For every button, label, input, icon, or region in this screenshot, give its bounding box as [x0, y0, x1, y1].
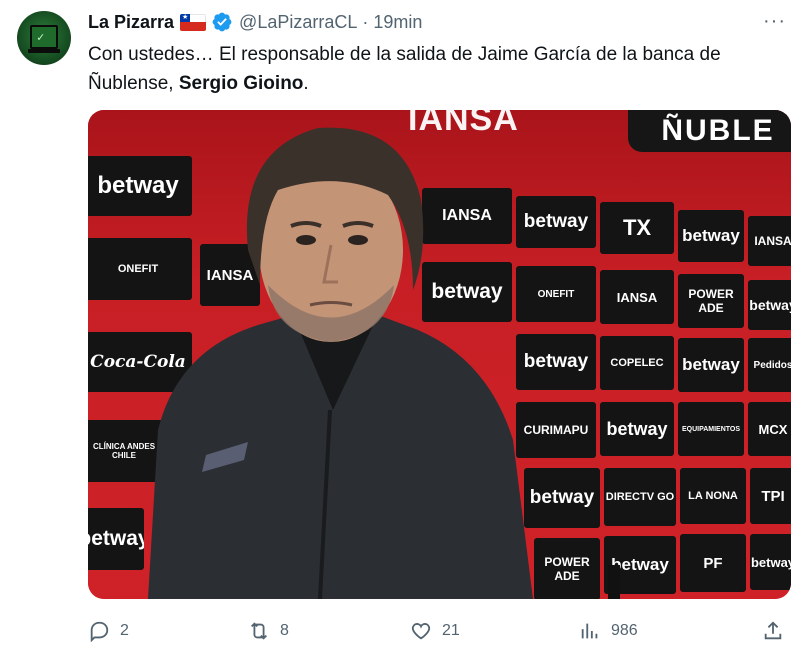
- tweet-text: Con ustedes… El responsable de la salida…: [88, 40, 788, 98]
- timestamp[interactable]: 19min: [373, 12, 422, 33]
- like-icon: [411, 623, 431, 640]
- tweet-header: La Pizarra ★ @LaPizarraCL · 19min: [88, 11, 422, 33]
- like-count: 21: [442, 622, 460, 639]
- separator-dot: ·: [362, 11, 369, 32]
- reply-icon: [90, 621, 109, 642]
- verified-badge-icon[interactable]: [211, 11, 233, 33]
- tweet-text-suffix: .: [303, 73, 309, 94]
- share-icon: [764, 621, 782, 640]
- tweet-photo[interactable]: IANSA ÑUBLE betway IANSA betway TX betwa…: [88, 110, 791, 599]
- views-count: 986: [611, 622, 638, 639]
- tweet-text-line1: Con ustedes… El responsable de la salida…: [88, 44, 721, 65]
- views-button[interactable]: 986: [579, 616, 638, 646]
- views-icon: [581, 623, 598, 639]
- author-handle[interactable]: @LaPizarraCL: [239, 12, 357, 33]
- chile-flag-icon: ★: [180, 13, 207, 31]
- person-sergio-gioino: [148, 127, 620, 599]
- more-icon[interactable]: ···: [763, 10, 786, 33]
- author-name[interactable]: La Pizarra: [88, 12, 174, 33]
- repost-icon: [251, 622, 267, 640]
- chalkboard-logo-icon: ✓: [30, 25, 58, 49]
- reply-count: 2: [120, 622, 129, 639]
- reply-button[interactable]: 2: [88, 616, 129, 646]
- tweet-text-bold-name: Sergio Gioino: [178, 73, 304, 94]
- repost-count: 8: [280, 622, 289, 639]
- repost-button[interactable]: 8: [248, 616, 289, 646]
- action-bar: 2 8 21 986: [88, 616, 788, 646]
- share-button[interactable]: [762, 616, 784, 646]
- avatar[interactable]: ✓: [17, 11, 71, 65]
- tweet-text-line2: Ñublense,: [88, 73, 179, 94]
- like-button[interactable]: 21: [410, 616, 460, 646]
